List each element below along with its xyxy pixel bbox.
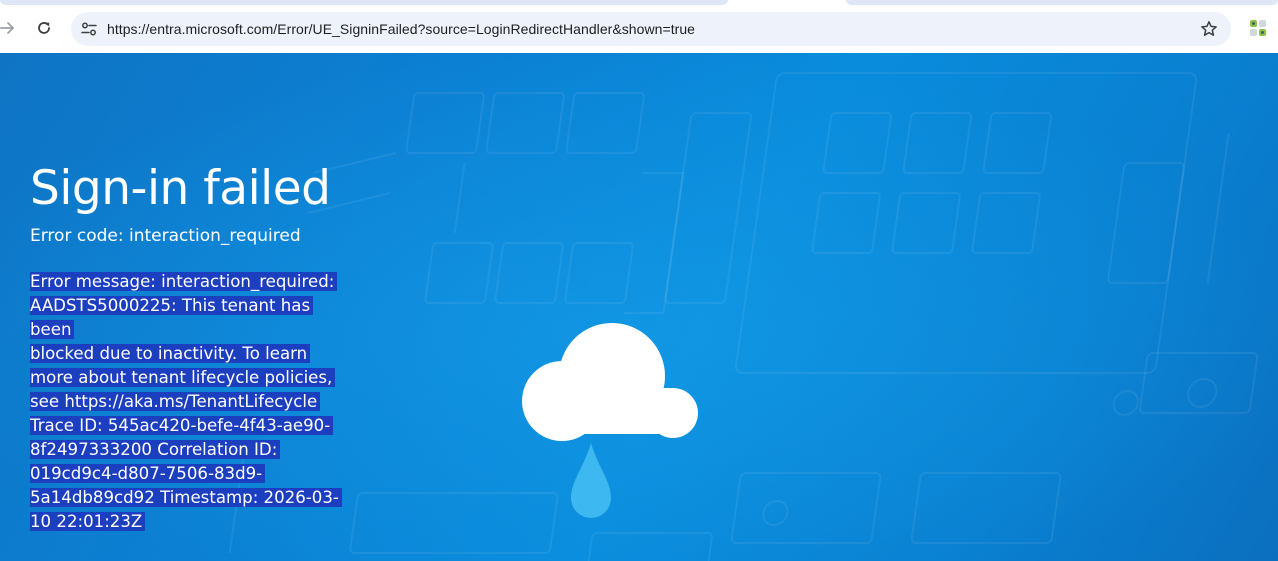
error-message-line: 5a14db89cd92 Timestamp: 2026-03-: [30, 488, 342, 507]
star-icon: [1201, 21, 1217, 36]
error-message-line: 8f2497333200 Correlation ID:: [30, 440, 281, 459]
error-message: Error message: interaction_required: AAD…: [30, 270, 345, 534]
tab-inactive-left[interactable]: [0, 0, 728, 5]
error-message-line: Trace ID: 545ac420-befe-4f43-ae90-: [30, 416, 334, 435]
error-message-line: see https://aka.ms/TenantLifecycle: [30, 392, 321, 411]
error-message-line: more about tenant lifecycle policies,: [30, 368, 336, 387]
site-info-button[interactable]: [79, 19, 99, 39]
url-text[interactable]: https://entra.microsoft.com/Error/UE_Sig…: [107, 21, 695, 37]
tune-icon: [81, 22, 97, 36]
error-message-line: 019cd9c4-d807-7506-83d9-: [30, 464, 266, 483]
forward-button[interactable]: [0, 14, 22, 42]
reload-button[interactable]: [30, 14, 58, 42]
error-code: Error code: interaction_required: [30, 226, 301, 246]
error-message-line: AADSTS5000225: This tenant has been: [30, 296, 314, 339]
extension-button[interactable]: [1246, 16, 1270, 40]
tab-inactive-right[interactable]: [846, 0, 1278, 5]
arrow-right-icon: [0, 22, 14, 34]
error-page: Sign-in failed Error code: interaction_r…: [0, 53, 1278, 561]
bookmark-button[interactable]: [1199, 19, 1219, 39]
address-bar[interactable]: https://entra.microsoft.com/Error/UE_Sig…: [71, 12, 1231, 46]
cloud-rain-icon: [522, 323, 698, 518]
browser-toolbar: https://entra.microsoft.com/Error/UE_Sig…: [0, 0, 1278, 53]
error-message-line: 10 22:01:23Z: [30, 512, 146, 531]
error-message-line: blocked due to inactivity. To learn: [30, 344, 311, 363]
extension-icon: [1250, 20, 1266, 36]
page-title: Sign-in failed: [30, 161, 331, 216]
reload-icon: [38, 22, 50, 34]
tab-strip: [0, 0, 1278, 6]
error-message-line: Error message: interaction_required:: [30, 272, 338, 291]
